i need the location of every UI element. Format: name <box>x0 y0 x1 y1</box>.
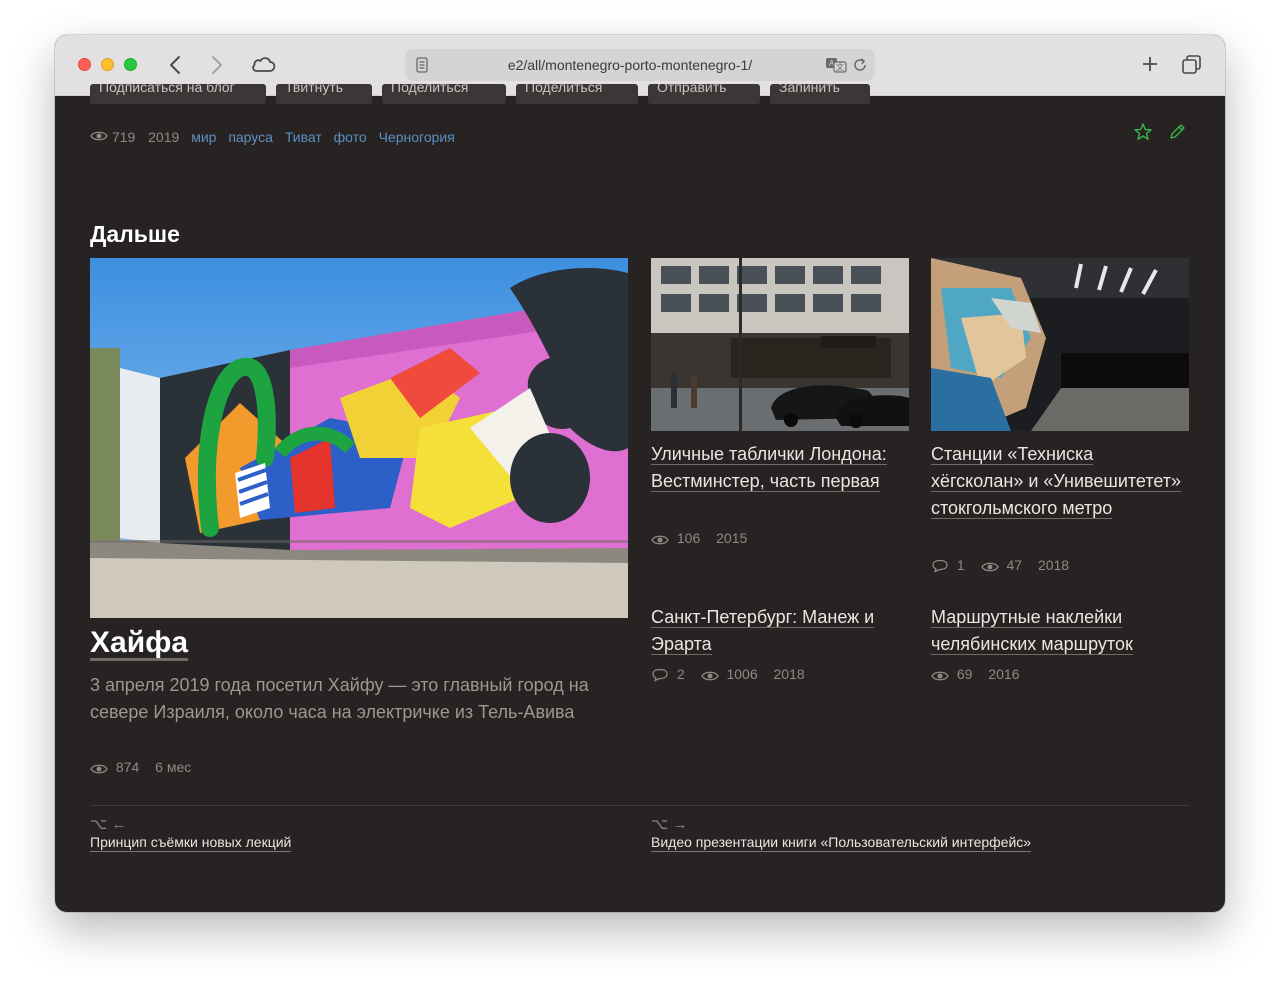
reload-icon[interactable] <box>852 57 868 73</box>
next-post-link[interactable]: Видео презентации книги «Пользовательски… <box>651 834 1032 852</box>
featured-age: 6 мес <box>155 759 192 775</box>
url-text[interactable]: e2/all/montenegro-porto-montenegro-1/ <box>445 57 815 73</box>
subscribe-button[interactable]: Подписаться на блог <box>90 84 266 104</box>
close-window-button[interactable] <box>78 58 91 71</box>
prev-post-link[interactable]: Принцип съёмки новых лекций <box>90 834 292 852</box>
eye-icon <box>980 560 999 576</box>
tag-link[interactable]: мир <box>191 129 216 145</box>
tabs-overview-icon[interactable] <box>1181 54 1203 76</box>
card-stats-london: 106 2015 <box>651 530 747 549</box>
eye-icon <box>90 129 108 145</box>
featured-post-description: 3 апреля 2019 года посетил Хайфу — это г… <box>90 675 589 722</box>
eye-icon <box>931 669 949 685</box>
card-title-petersburg[interactable]: Санкт-Петербург: Манеж и Эрарта <box>651 604 909 658</box>
pencil-icon[interactable] <box>1167 122 1187 142</box>
card-title-london[interactable]: Уличные таблички Лондона: Вестминстер, ч… <box>651 441 909 495</box>
tag-link[interactable]: паруса <box>228 129 273 145</box>
comment-icon <box>651 668 669 685</box>
featured-post-stats: 874 6 мес <box>90 759 191 778</box>
post-meta: 719 2019 мир паруса Тиват фото Черногори… <box>90 128 455 145</box>
section-title: Дальше <box>90 221 180 247</box>
vk-share-button[interactable]: Поделиться <box>516 84 638 104</box>
page-content: Подписаться на блог Твитнуть Поделиться … <box>55 84 1225 912</box>
featured-views: 874 <box>115 759 140 775</box>
eye-icon <box>651 533 669 549</box>
minimize-window-button[interactable] <box>101 58 114 71</box>
featured-post-image[interactable] <box>90 258 628 618</box>
cloud-icon[interactable] <box>250 54 278 76</box>
back-icon[interactable] <box>167 55 185 75</box>
eye-icon <box>700 669 719 685</box>
browser-window: e2/all/montenegro-porto-montenegro-1/ A … <box>55 35 1225 912</box>
card-stats-chelyabinsk: 69 2016 <box>931 666 1020 685</box>
comment-icon <box>931 559 949 576</box>
zoom-window-button[interactable] <box>124 58 137 71</box>
card-image-london[interactable] <box>651 258 909 431</box>
card-stats-petersburg: 2 1006 2018 <box>651 666 805 685</box>
pinterest-pin-button[interactable]: Запинить <box>770 84 870 104</box>
tag-link[interactable]: фото <box>334 129 367 145</box>
post-year: 2019 <box>148 129 180 146</box>
post-views: 719 <box>111 129 136 146</box>
tweet-button[interactable]: Твитнуть <box>276 84 372 104</box>
next-shortcut-hint: ⌥ → <box>651 816 688 833</box>
card-image-stockholm[interactable] <box>931 258 1189 431</box>
reader-icon[interactable] <box>415 57 429 73</box>
card-stats-stockholm: 1 47 2018 <box>931 557 1069 576</box>
address-bar[interactable]: e2/all/montenegro-porto-montenegro-1/ A … <box>405 49 875 81</box>
new-tab-icon[interactable] <box>1141 55 1159 73</box>
divider <box>90 805 1190 806</box>
tag-link[interactable]: Черногория <box>379 129 455 145</box>
forward-icon[interactable] <box>207 55 225 75</box>
facebook-share-button[interactable]: Поделиться <box>382 84 506 104</box>
svg-text:文: 文 <box>836 62 844 72</box>
card-title-chelyabinsk[interactable]: Маршрутные наклейки челябинских маршруто… <box>931 604 1189 658</box>
star-icon[interactable] <box>1133 122 1153 142</box>
card-title-stockholm[interactable]: Станции «Техниска хёгсколан» и «Унивешит… <box>931 441 1189 522</box>
translate-icon[interactable]: A 文 <box>825 57 847 73</box>
tag-link[interactable]: Тиват <box>285 129 322 145</box>
telegram-send-button[interactable]: Отправить <box>648 84 760 104</box>
featured-post-title[interactable]: Хайфа <box>90 626 188 660</box>
eye-icon <box>90 762 108 778</box>
prev-shortcut-hint: ⌥ ← <box>90 816 127 833</box>
